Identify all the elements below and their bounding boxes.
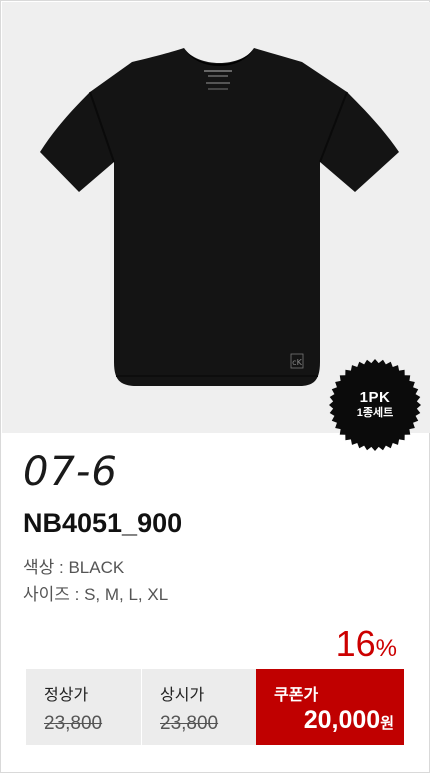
svg-text:cK: cK: [292, 358, 302, 367]
coupon-price-amount: 20,000: [303, 706, 381, 734]
color-spec: 색상 : BLACK: [23, 558, 125, 577]
pack-badge: 1PK 1종세트: [328, 358, 422, 452]
product-code: 07-6: [23, 449, 118, 495]
discount-unit: %: [375, 635, 397, 662]
discount-value: 16: [335, 623, 376, 664]
badge-set-label: 1종세트: [356, 407, 394, 419]
coupon-price-label: 쿠폰가: [274, 687, 319, 704]
discount-rate: 16%: [336, 623, 397, 665]
regular-price-cell: 정상가 23,800: [26, 669, 142, 745]
badge-pack-count: 1PK: [359, 389, 391, 406]
regular-price-value: 23,800: [44, 713, 103, 734]
product-card[interactable]: cK 1PK 1종세트 07-6 NB4051_900 색상 : BLACK 사…: [0, 0, 430, 773]
regular-price-label: 정상가: [44, 687, 89, 704]
store-price-value: 23,800: [160, 713, 219, 734]
store-price-label: 상시가: [160, 687, 205, 704]
coupon-price-cell[interactable]: 쿠폰가 20,000원: [256, 669, 404, 745]
model-number[interactable]: NB4051_900: [23, 508, 182, 539]
coupon-price-value: 20,000원: [304, 706, 394, 735]
price-table: 정상가 23,800 상시가 23,800 쿠폰가 20,000원: [26, 669, 404, 745]
store-price-cell: 상시가 23,800: [142, 669, 256, 745]
size-spec: 사이즈 : S, M, L, XL: [23, 585, 169, 604]
coupon-price-unit: 원: [380, 715, 394, 732]
